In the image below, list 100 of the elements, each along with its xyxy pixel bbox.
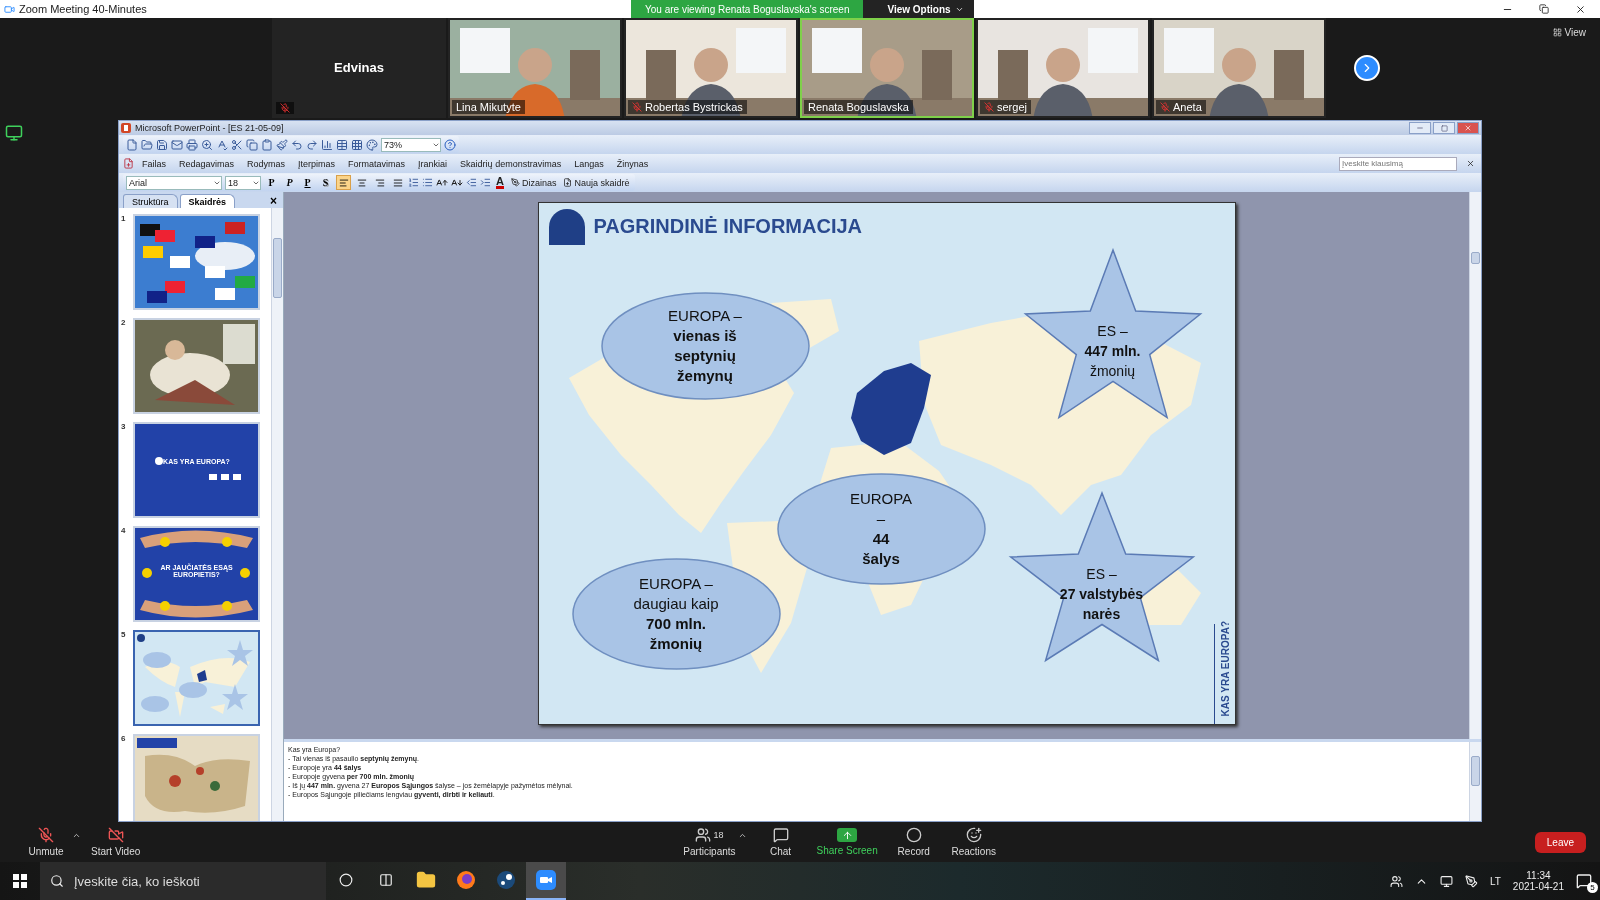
style-button[interactable]: P	[300, 175, 315, 190]
menu-item[interactable]: Įrankiai	[413, 158, 453, 169]
align-left-icon	[338, 177, 349, 188]
open-folder-icon[interactable]	[141, 138, 153, 151]
align-button[interactable]	[336, 175, 351, 190]
style-button[interactable]: P	[264, 175, 279, 190]
font-color-button[interactable]: A	[494, 176, 506, 189]
video-tile[interactable]: sergej	[976, 18, 1150, 118]
menu-item[interactable]: Įterpimas	[293, 158, 341, 169]
taskbar-search-box[interactable]: Įveskite čia, ko ieškoti	[40, 862, 326, 900]
video-tile[interactable]: Edvinas	[272, 18, 446, 118]
bullet-list-icon[interactable]	[422, 177, 433, 188]
table-icon[interactable]	[336, 138, 348, 151]
chart-icon[interactable]	[321, 138, 333, 151]
shape-text: EUROPA – daugiau kaip 700 mln. žmonių	[633, 574, 719, 654]
language-indicator[interactable]: LT	[1489, 875, 1501, 887]
scrollbar[interactable]	[271, 208, 283, 821]
undo-icon[interactable]	[291, 138, 303, 151]
font-size-select[interactable]: 18	[225, 175, 261, 190]
slide-number: 6	[121, 734, 127, 745]
font-shrink-icon[interactable]	[451, 176, 463, 189]
grid-icon	[1552, 28, 1562, 37]
shape-text: ES – 447 mln. žmonių	[1084, 322, 1141, 382]
circle-icon[interactable]	[339, 873, 353, 887]
leave-button[interactable]: Leave	[1534, 831, 1586, 853]
close-button[interactable]	[1457, 122, 1479, 134]
share-control[interactable]: Share Screen	[810, 828, 884, 856]
slide-number: 2	[121, 318, 127, 329]
new-file-icon[interactable]	[126, 138, 138, 151]
reactions-control[interactable]: Reactions	[943, 827, 1004, 857]
new-slide-button[interactable]: Nauja skaidrė	[561, 177, 632, 188]
folder-icon	[416, 870, 436, 890]
mail-icon[interactable]	[171, 138, 183, 151]
participants-control[interactable]: 18 Participants	[677, 827, 742, 857]
taskbar-search-field[interactable]: Įveskite čia, ko ieškoti	[72, 872, 326, 890]
indent-increase-icon[interactable]	[480, 177, 491, 188]
mic-off-control[interactable]: Unmute	[16, 827, 76, 857]
design-button[interactable]: Dizainas	[508, 177, 559, 188]
scrollbar-thumb[interactable]	[273, 238, 282, 298]
video-off-control[interactable]: Start Video	[85, 827, 147, 857]
network-icon[interactable]	[1439, 874, 1453, 888]
menu-item[interactable]: Langas	[569, 158, 609, 169]
save-icon[interactable]	[156, 138, 168, 151]
video-tile[interactable]: Renata Boguslavska	[800, 18, 974, 118]
close-icon[interactable]	[1466, 159, 1475, 168]
pane-tab[interactable]: Struktūra	[123, 194, 178, 208]
font-select[interactable]: Arial	[126, 175, 222, 190]
copy-icon[interactable]	[246, 138, 258, 151]
scrollbar[interactable]	[1469, 742, 1481, 821]
video-tile[interactable]: Robertas Bystrickas	[624, 18, 798, 118]
next-page-button[interactable]	[1354, 55, 1380, 81]
record-control[interactable]: Record	[883, 827, 944, 857]
palette-icon[interactable]	[366, 138, 378, 151]
clipboard-icon[interactable]	[261, 138, 273, 151]
scrollbar[interactable]	[1469, 192, 1481, 739]
font-grow-icon[interactable]	[436, 176, 448, 189]
help-search-field[interactable]: Įveskite klausimą	[1339, 156, 1457, 171]
style-button[interactable]: S	[318, 175, 333, 190]
pane-tab[interactable]: Skaidrės	[179, 194, 236, 208]
scrollbar-thumb[interactable]	[1471, 252, 1480, 264]
restore-icon[interactable]	[1539, 3, 1549, 14]
task-view-icon[interactable]	[379, 873, 393, 887]
view-button[interactable]: View	[1546, 26, 1592, 39]
shape-text: EUROPA – vienas iš septynių žemynų	[668, 306, 742, 386]
printer-icon[interactable]	[186, 138, 198, 151]
close-icon[interactable]	[1575, 3, 1586, 15]
paintbrush-icon[interactable]	[276, 138, 288, 151]
view-options-button[interactable]: View Options	[863, 0, 974, 18]
redo-icon[interactable]	[306, 138, 318, 151]
menu-item[interactable]: Skaidrių demonstravimas	[455, 158, 567, 169]
grid-icon[interactable]	[351, 138, 363, 151]
people-icon[interactable]	[1389, 874, 1403, 888]
help-icon[interactable]	[444, 138, 456, 151]
scrollbar-thumb[interactable]	[1471, 756, 1480, 786]
video-tile[interactable]: Aneta	[1152, 18, 1326, 118]
video-tile[interactable]: Lina Mikutyte	[448, 18, 622, 118]
muted-mic-icon	[38, 827, 54, 843]
zoom-select[interactable]: 73%	[381, 137, 441, 152]
participant-name: Renata Boguslavska	[808, 101, 909, 113]
numbered-list-icon[interactable]	[408, 177, 419, 188]
spell-check-icon[interactable]	[216, 138, 228, 151]
menu-item[interactable]: Failas	[137, 158, 171, 169]
scissors-icon[interactable]	[231, 138, 243, 151]
windows-logo-icon[interactable]	[13, 874, 27, 888]
chat-control[interactable]: Chat	[750, 827, 811, 857]
monitor-icon[interactable]	[5, 124, 23, 142]
slide-number: 4	[121, 526, 127, 537]
align-justify-icon	[392, 177, 403, 188]
close-button[interactable]: ×	[264, 194, 283, 208]
menu-item[interactable]: Redagavimas	[174, 158, 240, 169]
menu-item[interactable]: Formatavimas	[343, 158, 411, 169]
indent-decrease-icon[interactable]	[466, 177, 477, 188]
menu-item[interactable]: Žinynas	[611, 158, 654, 169]
zoom-in-icon[interactable]	[201, 138, 213, 151]
notifications-icon[interactable]	[1576, 873, 1592, 889]
style-button[interactable]: P	[282, 175, 297, 190]
slide-number: 1	[121, 214, 127, 225]
pen-icon[interactable]	[1464, 874, 1478, 888]
menu-item[interactable]: Rodymas	[242, 158, 291, 169]
participant-name: Aneta	[1173, 101, 1202, 113]
